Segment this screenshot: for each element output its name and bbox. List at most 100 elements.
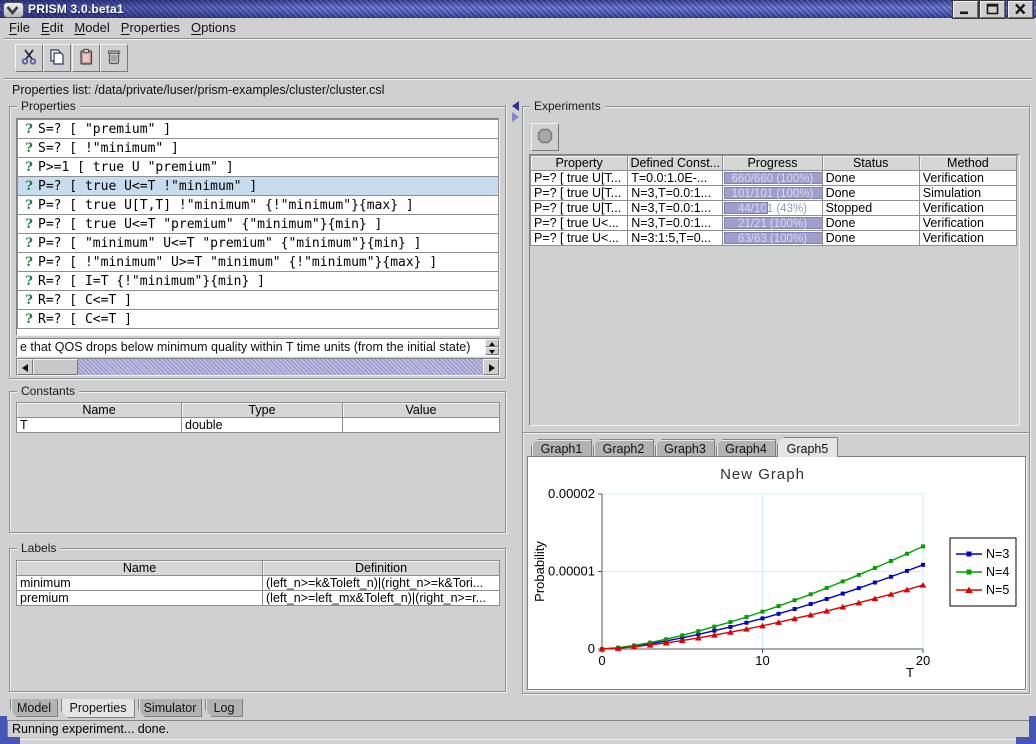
property-row[interactable]: ?P=? [ "minimum" U<=T "premium" {"minimu… [17, 233, 499, 253]
main-tab-simulator[interactable]: Simulator [138, 699, 202, 717]
experiment-progress: 660/660 (100%)660/660 (100%) [723, 171, 822, 186]
comment-spinner[interactable] [485, 339, 499, 356]
paste-icon [77, 48, 95, 66]
menu-model[interactable]: Model [69, 18, 114, 35]
menu-options[interactable]: Options [186, 18, 241, 35]
property-row[interactable]: ?P=? [ true U<=T "premium" {"minimum"}{m… [17, 214, 499, 234]
labels-table[interactable]: NameDefinitionminimum(left_n>=k&Toleft_n… [16, 560, 500, 606]
property-row[interactable]: ?S=? [ !"minimum" ] [17, 138, 499, 158]
property-row[interactable]: ?R=? [ I=T {!"minimum"}{min} ] [17, 271, 499, 291]
properties-group-title: Properties [17, 99, 80, 113]
graph-tab-graph3[interactable]: Graph3 [655, 439, 715, 457]
column-header[interactable]: Value [343, 403, 500, 418]
copy-button[interactable] [43, 44, 71, 72]
experiment-method: Verification [919, 201, 1016, 216]
column-header[interactable]: Method [919, 156, 1016, 171]
svg-text:20: 20 [916, 653, 930, 668]
graph-tab-graph5[interactable]: Graph5 [777, 437, 838, 457]
collapse-left-icon[interactable] [512, 101, 519, 111]
svg-text:10: 10 [755, 653, 769, 668]
spinner-up-button[interactable] [485, 339, 499, 347]
experiment-row[interactable]: P=? [ true U<...N=3:1:5,T=0...63/63 (100… [531, 231, 1017, 246]
paste-button[interactable] [72, 44, 100, 72]
property-row[interactable]: ?P=? [ true U[T,T] !"minimum" {!"minimum… [17, 195, 499, 215]
question-icon: ? [22, 293, 36, 308]
table-row[interactable]: Tdouble [17, 418, 500, 433]
column-header[interactable]: Type [182, 403, 343, 418]
constants-table[interactable]: NameTypeValueTdouble [16, 402, 500, 433]
table-row[interactable]: premium(left_n>=left_mx&Toleft_n)|(right… [17, 591, 500, 606]
experiment-method: Simulation [919, 186, 1016, 201]
svg-text:0.00001: 0.00001 [548, 564, 595, 579]
property-row[interactable]: ?R=? [ C<=T ] [17, 290, 499, 310]
window-menu-icon[interactable] [3, 2, 24, 18]
window-corner[interactable] [0, 737, 20, 744]
column-header[interactable]: Defined Const... [628, 156, 723, 171]
experiment-row[interactable]: P=? [ true U[T...N=3,T=0.0:1...44/101 (4… [531, 201, 1017, 216]
stop-experiment-button[interactable] [531, 123, 559, 151]
column-header[interactable]: Definition [263, 561, 500, 576]
experiment-progress: 44/101 (43%)44/101 (43%) [723, 201, 822, 216]
experiment-row[interactable]: P=? [ true U<...N=3,T=0.0:1...21/21 (100… [531, 216, 1017, 231]
cut-button[interactable] [15, 44, 43, 72]
experiments-table[interactable]: PropertyDefined Const...ProgressStatusMe… [530, 155, 1017, 246]
graph-tab-graph4[interactable]: Graph4 [716, 439, 776, 457]
property-row[interactable]: ?P=? [ !"minimum" U>=T "minimum" {!"mini… [17, 252, 499, 272]
svg-text:N=3: N=3 [986, 547, 1009, 561]
property-text: R=? [ C<=T ] [38, 312, 132, 327]
question-icon: ? [22, 236, 36, 251]
experiment-constants: N=3,T=0.0:1... [628, 186, 723, 201]
experiment-method: Verification [919, 231, 1016, 246]
spinner-down-button[interactable] [485, 347, 499, 355]
trash-icon [105, 48, 123, 66]
window-corner[interactable] [1016, 737, 1036, 744]
graph-tab-graph2[interactable]: Graph2 [593, 439, 654, 457]
menu-edit[interactable]: Edit [36, 18, 68, 35]
column-header[interactable]: Name [17, 561, 263, 576]
prism-window: PRISM 3.0.beta1 FileEditModelPropertiesO… [0, 0, 1036, 744]
column-header[interactable]: Progress [723, 156, 822, 171]
experiment-constants: N=3:1:5,T=0... [628, 231, 723, 246]
column-header[interactable]: Property [531, 156, 628, 171]
experiment-status: Stopped [822, 201, 919, 216]
graph-tab-graph1[interactable]: Graph1 [531, 439, 592, 457]
table-row[interactable]: minimum(left_n>=k&Toleft_n)|(right_n>=k&… [17, 576, 500, 591]
maximize-button[interactable] [980, 1, 1005, 18]
properties-list-path: Properties list: /data/private/luser/pri… [12, 83, 1022, 99]
progress-bar: 63/63 (100%)63/63 (100%) [724, 232, 820, 244]
property-row[interactable]: ?P=? [ true U<=T !"minimum" ] [17, 176, 499, 196]
menu-file[interactable]: File [4, 18, 35, 35]
scroll-left-button[interactable] [17, 359, 33, 375]
question-icon: ? [22, 122, 36, 137]
scroll-right-button[interactable] [483, 359, 499, 375]
minimize-button[interactable] [953, 1, 978, 18]
close-button[interactable] [1008, 1, 1033, 18]
property-row[interactable]: ?R=? [ C<=T ] [17, 309, 499, 329]
table-cell: (left_n>=left_mx&Toleft_n)|(right_n>=r..… [263, 591, 500, 606]
property-row[interactable]: ?S=? [ "premium" ] [17, 119, 499, 139]
column-header[interactable]: Status [822, 156, 919, 171]
main-tab-properties[interactable]: Properties [61, 699, 135, 718]
collapse-right-icon[interactable] [512, 112, 519, 122]
delete-button[interactable] [100, 44, 128, 72]
property-comment-field[interactable]: e that QOS drops below minimum quality w… [16, 338, 500, 357]
scrollbar-thumb[interactable] [33, 359, 78, 375]
table-cell: double [182, 418, 343, 433]
main-tab-log[interactable]: Log [205, 699, 243, 717]
title-bar[interactable]: PRISM 3.0.beta1 [0, 0, 1036, 18]
experiment-row[interactable]: P=? [ true U[T...N=3,T=0.0:1...101/101 (… [531, 186, 1017, 201]
main-tab-model[interactable]: Model [10, 699, 58, 717]
column-header[interactable]: Name [17, 403, 182, 418]
property-comment-text: e that QOS drops below minimum quality w… [20, 340, 470, 354]
split-pane-divider[interactable] [508, 100, 520, 695]
property-row[interactable]: ?P>=1 [ true U "premium" ] [17, 157, 499, 177]
properties-list[interactable]: ?S=? [ "premium" ]?S=? [ !"minimum" ]?P>… [16, 118, 500, 336]
experiment-property: P=? [ true U[T... [531, 201, 628, 216]
constants-group: Constants NameTypeValueTdouble [9, 391, 506, 533]
menu-bar: FileEditModelPropertiesOptions [4, 18, 1032, 37]
table-cell: (left_n>=k&Toleft_n)|(right_n>=k&Tori... [263, 576, 500, 591]
properties-hscrollbar[interactable] [16, 358, 500, 376]
menu-properties[interactable]: Properties [116, 18, 185, 35]
experiment-row[interactable]: P=? [ true U[T...T=0.0:1.0E-...660/660 (… [531, 171, 1017, 186]
svg-text:N=4: N=4 [986, 565, 1009, 579]
